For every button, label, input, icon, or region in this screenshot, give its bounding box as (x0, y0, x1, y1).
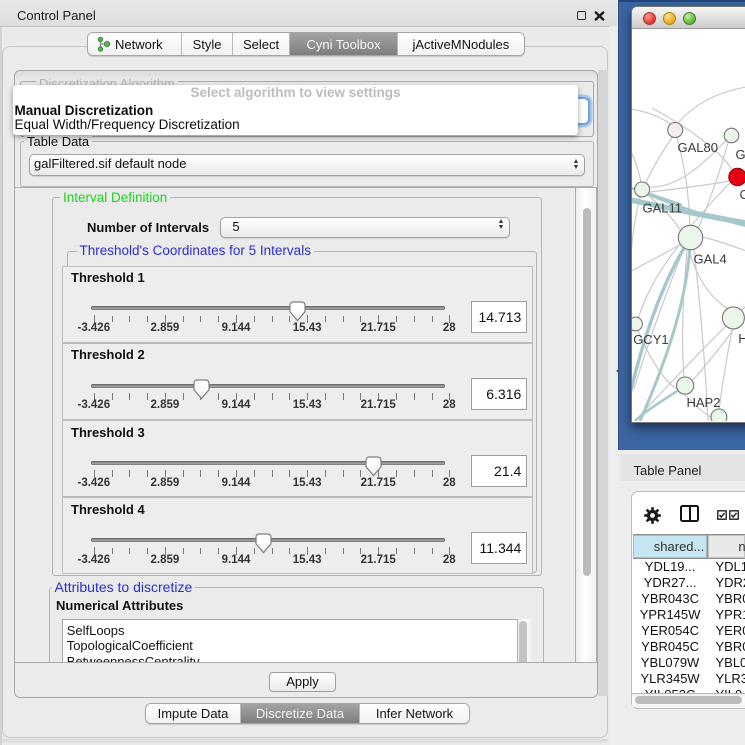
svg-text:H: H (738, 331, 745, 346)
svg-text:GCY1: GCY1 (633, 332, 668, 347)
svg-text:GAL80: GAL80 (677, 140, 717, 155)
svg-text:GAL11: GAL11 (642, 200, 682, 215)
svg-text:C: C (739, 187, 745, 202)
svg-text:HAP2: HAP2 (686, 395, 720, 410)
svg-text:GAL4: GAL4 (693, 251, 726, 266)
svg-text:GA: GA (735, 147, 745, 162)
